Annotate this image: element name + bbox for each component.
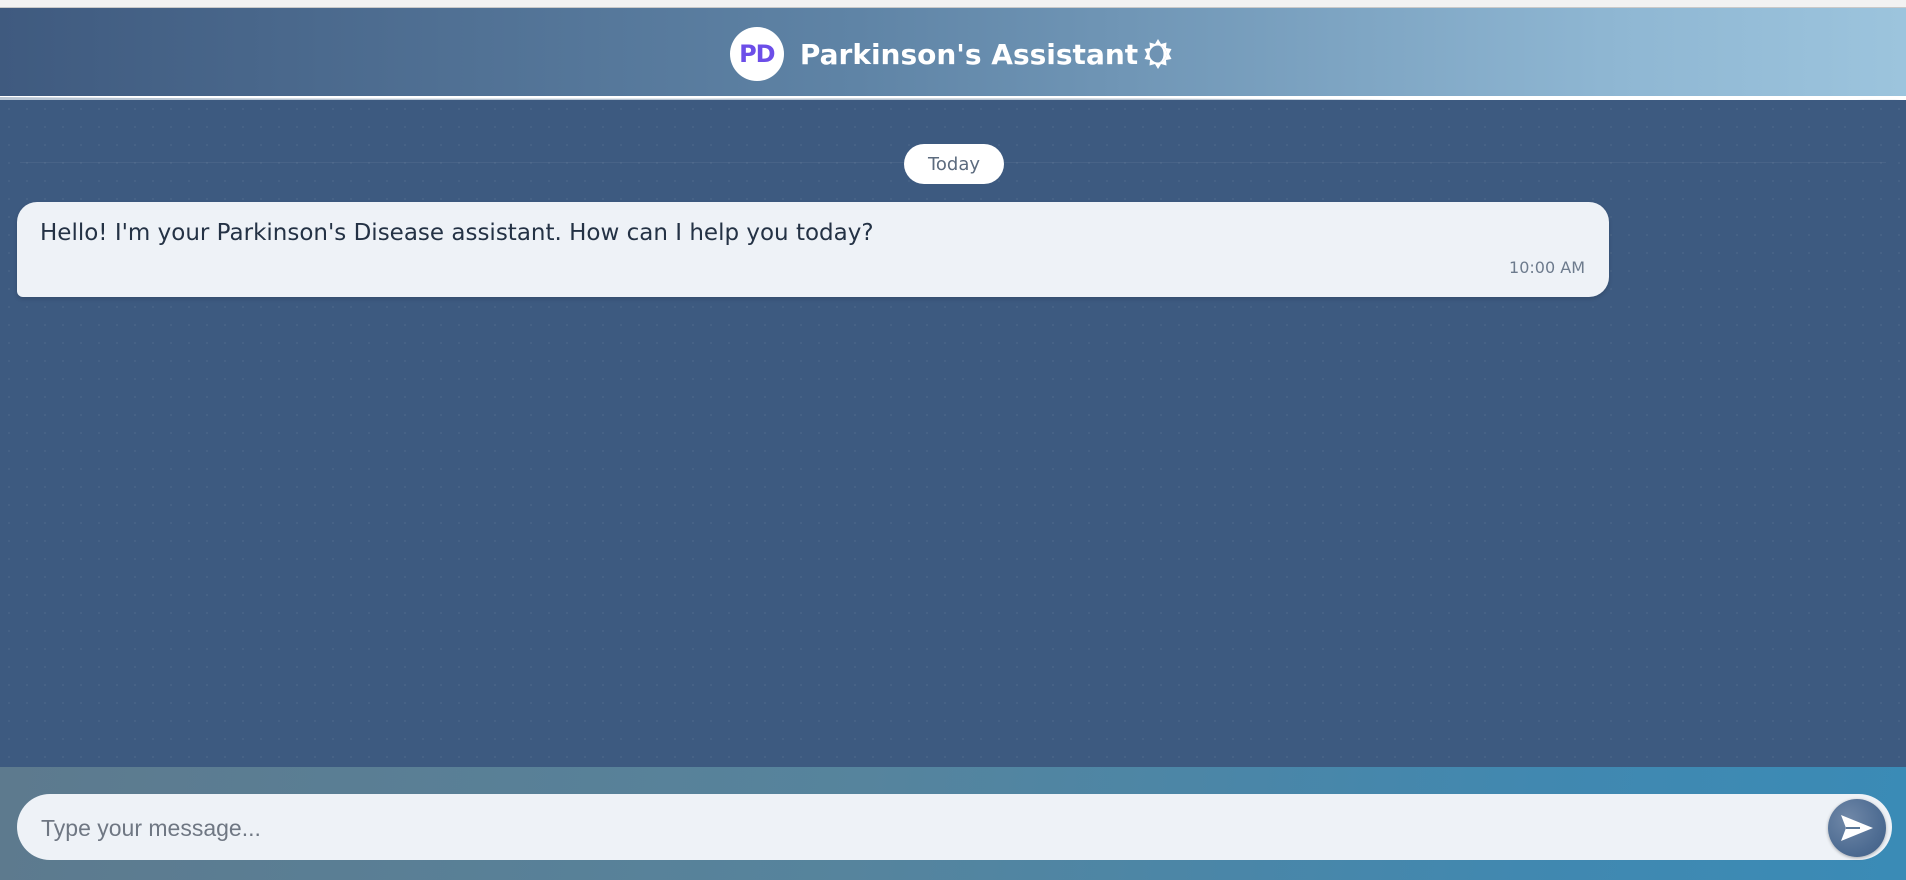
send-icon bbox=[1841, 815, 1873, 841]
message-input[interactable] bbox=[39, 802, 1823, 854]
message-text: Hello! I'm your Parkinson's Disease assi… bbox=[40, 220, 874, 246]
message-input-container bbox=[17, 794, 1892, 860]
send-button[interactable] bbox=[1828, 799, 1886, 857]
message-composer bbox=[0, 767, 1906, 880]
assistant-avatar: PD bbox=[729, 27, 784, 81]
message-timestamp: 10:00 AM bbox=[1509, 258, 1585, 277]
theme-toggle-button[interactable] bbox=[1140, 36, 1176, 72]
assistant-message-bubble: Hello! I'm your Parkinson's Disease assi… bbox=[17, 202, 1609, 297]
header-brand: PD Parkinson's Assistant bbox=[0, 8, 1906, 100]
theme-toggle-icon bbox=[1144, 39, 1172, 69]
page-title: Parkinson's Assistant bbox=[799, 37, 1139, 71]
window-top-border bbox=[0, 0, 1906, 8]
date-separator: Today bbox=[904, 144, 1004, 184]
chat-header: PD Parkinson's Assistant bbox=[0, 8, 1906, 100]
chat-messages-area[interactable]: Today Hello! I'm your Parkinson's Diseas… bbox=[0, 100, 1906, 767]
